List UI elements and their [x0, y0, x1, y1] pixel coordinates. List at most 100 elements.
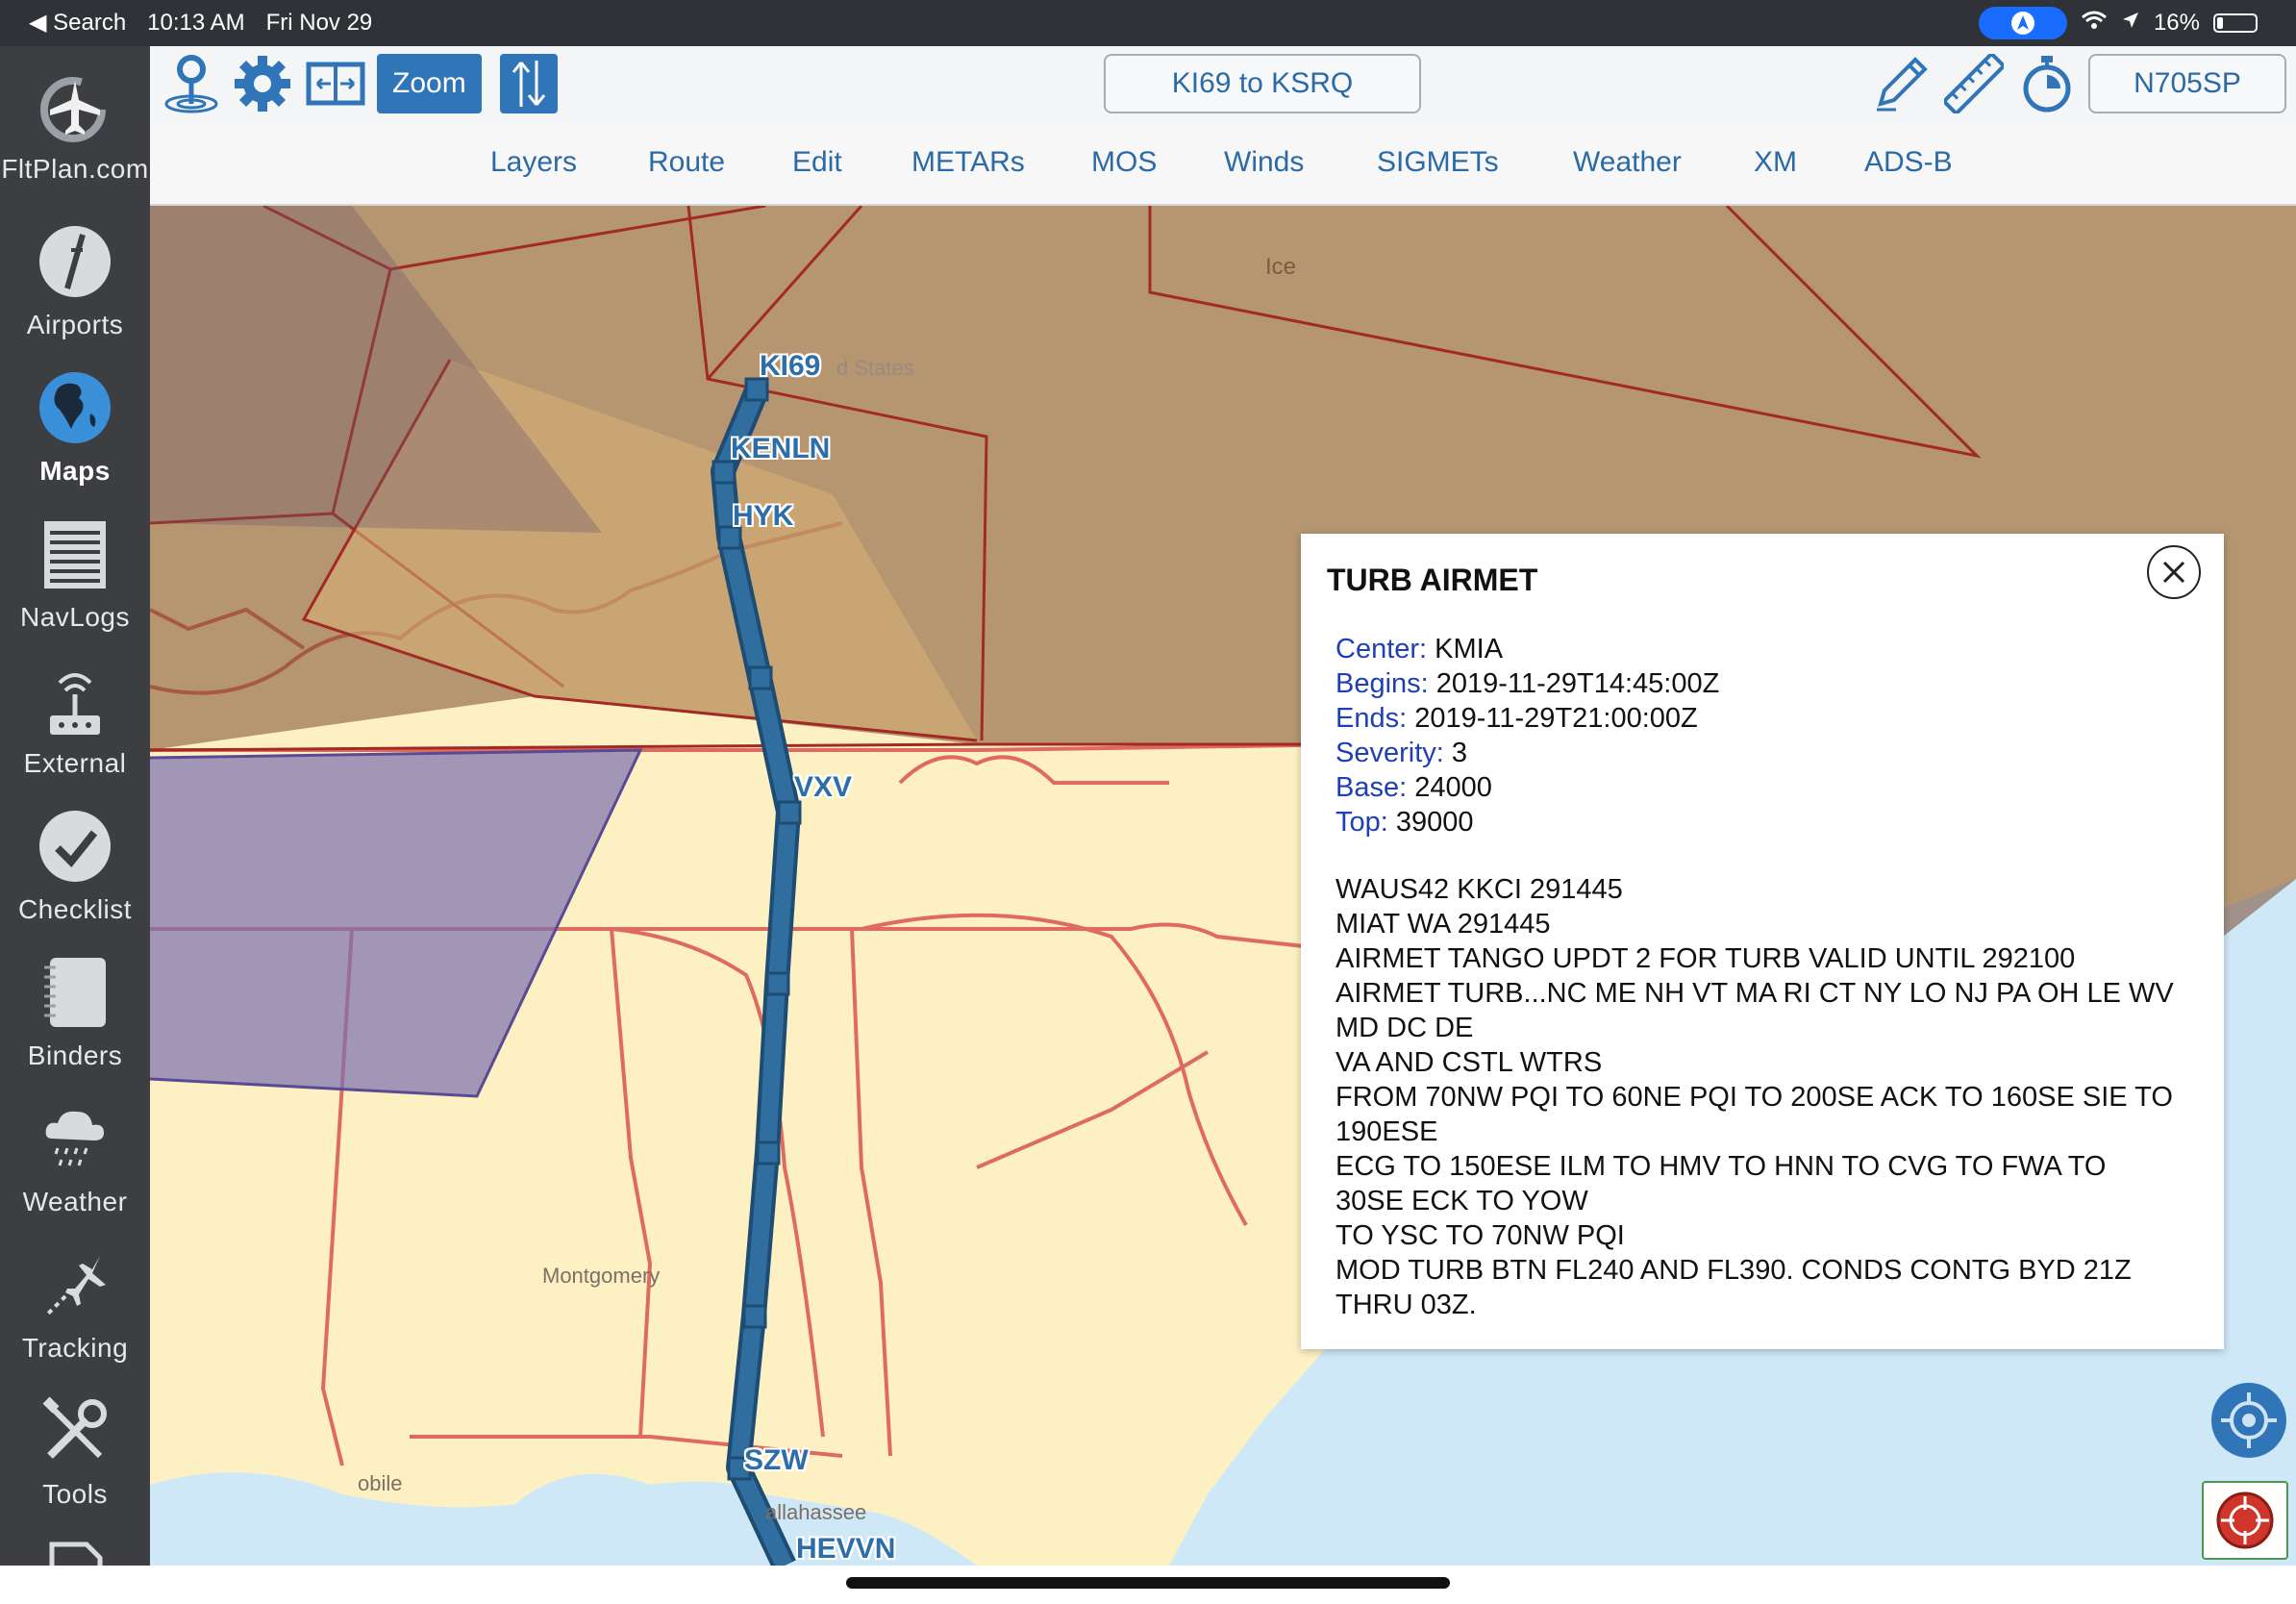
map-label-tallahassee: allahassee — [765, 1500, 867, 1524]
map-label-united-states: d States — [836, 356, 914, 380]
location-pin-button[interactable] — [158, 54, 225, 113]
airplane-track-icon — [44, 1256, 106, 1317]
menu-metars[interactable]: METARs — [911, 146, 1025, 179]
airmet-text-line: VA AND CSTL WTRS — [1335, 1047, 1603, 1078]
airmet-text-line: WAUS42 KKCI 291445 — [1335, 874, 1623, 905]
sidebar-item-label: Maps — [39, 456, 111, 486]
menu-weather[interactable]: Weather — [1573, 146, 1682, 179]
sidebar-item-tools[interactable]: Tools — [0, 1375, 150, 1521]
sidebar-item-tracking[interactable]: Tracking — [0, 1229, 150, 1375]
sidebar-item-airports[interactable]: Airports — [0, 206, 150, 352]
settings-button[interactable] — [229, 54, 296, 113]
navlog-document-icon — [44, 521, 106, 589]
menu-sigmets[interactable]: SIGMETs — [1377, 146, 1499, 179]
menu-edit[interactable]: Edit — [792, 146, 842, 179]
status-bar: ◀ Search 10:13 AM Fri Nov 29 16% — [0, 0, 2296, 46]
menu-ads-b[interactable]: ADS-B — [1864, 146, 1953, 179]
edit-pencil-button[interactable] — [1867, 54, 1934, 113]
field-center: Center: KMIA — [1335, 634, 1504, 664]
toolbar: Zoom KI69 to KSRQ N705SP — [150, 46, 2296, 124]
field-base: Base: 24000 — [1335, 772, 1492, 803]
back-to-search-link[interactable]: ◀ Search — [29, 9, 126, 37]
track-record-button[interactable] — [2202, 1481, 2288, 1560]
sidebar-item-checklist[interactable]: Checklist — [0, 790, 150, 937]
menu-layers[interactable]: Layers — [490, 146, 577, 179]
waypoint-label-hevvn[interactable]: HEVVN — [796, 1533, 895, 1566]
menu-xm[interactable]: XM — [1754, 146, 1797, 179]
status-date: Fri Nov 29 — [265, 9, 373, 36]
waypoint-label-ki69[interactable]: KI69 — [760, 350, 820, 383]
wrench-screwdriver-icon — [42, 1396, 107, 1459]
waypoint-label-vxv[interactable]: VXV — [794, 771, 852, 804]
waypoint-node — [777, 800, 802, 825]
zoom-button[interactable]: Zoom — [377, 54, 482, 113]
timer-button[interactable] — [2013, 54, 2081, 113]
antenna-icon — [50, 673, 100, 735]
waypoint-label-kenln[interactable]: KENLN — [731, 433, 830, 465]
route-title-button[interactable]: KI69 to KSRQ — [1104, 54, 1421, 113]
sidebar-item-navlogs[interactable]: NavLogs — [0, 498, 150, 644]
home-indicator[interactable] — [846, 1577, 1450, 1589]
airmet-fields: Center: KMIA Begins: 2019-11-29T14:45:00… — [1335, 632, 1719, 840]
target-record-icon — [2216, 1491, 2274, 1549]
sidebar-item-label: Checklist — [17, 894, 133, 924]
menu-route[interactable]: Route — [648, 146, 725, 179]
center-location-button[interactable] — [2211, 1383, 2286, 1458]
waypoint-node — [748, 665, 773, 690]
sidebar: FltPlan.com Airports Maps NavLogs Extern… — [0, 46, 150, 1566]
waypoint-node — [756, 1140, 781, 1165]
close-icon — [2162, 561, 2185, 584]
map-label-montgomery: Montgomery — [542, 1264, 661, 1288]
location-pin-icon — [164, 55, 218, 113]
location-arrow-icon — [2121, 10, 2140, 37]
aircraft-button[interactable]: N705SP — [2088, 54, 2286, 113]
battery-icon — [2213, 13, 2258, 33]
split-view-button[interactable] — [302, 54, 369, 113]
waypoint-label-hyk[interactable]: HYK — [733, 500, 793, 533]
sidebar-item-external[interactable]: External — [0, 644, 150, 790]
airmet-text-line: 30SE ECK TO YOW — [1335, 1186, 1588, 1216]
wifi-icon — [2081, 10, 2108, 38]
up-down-arrows-button[interactable] — [500, 54, 558, 113]
close-popup-button[interactable] — [2147, 545, 2201, 599]
airmet-text-line: MIAT WA 291445 — [1335, 909, 1551, 940]
airmet-text: WAUS42 KKCI 291445 MIAT WA 291445 AIRMET… — [1335, 872, 2201, 1322]
sidebar-item-label: External — [23, 748, 127, 778]
gear-icon — [235, 56, 290, 112]
menu-winds[interactable]: Winds — [1224, 146, 1304, 179]
menu-mos[interactable]: MOS — [1091, 146, 1157, 179]
sidebar-item-binders[interactable]: Binders — [0, 937, 150, 1083]
ruler-icon — [1944, 54, 2004, 113]
waypoint-label-szw[interactable]: SZW — [744, 1444, 809, 1477]
airmet-text-line: 190ESE — [1335, 1116, 1438, 1147]
map-label-ice: Ice — [1265, 254, 1297, 280]
airmet-info-popup: TURB AIRMET Center: KMIA Begins: 2019-11… — [1301, 534, 2224, 1349]
sidebar-item-maps[interactable]: Maps — [0, 352, 150, 498]
popup-title: TURB AIRMET — [1327, 563, 1538, 597]
airport-runway-icon — [39, 226, 111, 297]
ruler-button[interactable] — [1940, 54, 2008, 113]
status-time: 10:13 AM — [147, 9, 245, 36]
sidebar-item-label: Binders — [27, 1040, 123, 1070]
sidebar-item-label: FltPlan.com — [1, 154, 149, 184]
sidebar-item-fltplan[interactable]: FltPlan.com — [0, 50, 150, 196]
sidebar-item-label: NavLogs — [19, 602, 130, 632]
airmet-text-line: MOD TURB BTN FL240 AND FL390. CONDS CONT… — [1335, 1255, 2132, 1286]
field-begins: Begins: 2019-11-29T14:45:00Z — [1335, 668, 1720, 699]
up-down-arrows-icon — [512, 61, 546, 107]
stopwatch-icon — [2023, 56, 2071, 113]
airmet-text-line: TO YSC TO 70NW PQI — [1335, 1220, 1625, 1251]
sidebar-item-weather[interactable]: Weather — [0, 1083, 150, 1229]
navigation-active-icon — [1978, 7, 2067, 39]
sidebar-item-more[interactable] — [0, 1521, 150, 1566]
sidebar-item-label: Weather — [22, 1187, 128, 1216]
fltplan-logo-icon — [40, 77, 106, 142]
airmet-text-line: ECG TO 150ESE ILM TO HMV TO HNN TO CVG T… — [1335, 1151, 2107, 1182]
binder-icon — [44, 958, 106, 1027]
document-icon — [49, 1541, 103, 1566]
field-ends: Ends: 2019-11-29T21:00:00Z — [1335, 703, 1698, 734]
sidebar-item-label: Tools — [42, 1479, 108, 1509]
airmet-text-line: FROM 70NW PQI TO 60NE PQI TO 200SE ACK T… — [1335, 1082, 2173, 1113]
battery-percent: 16% — [2153, 10, 2200, 36]
map-label-mobile: obile — [358, 1471, 403, 1495]
